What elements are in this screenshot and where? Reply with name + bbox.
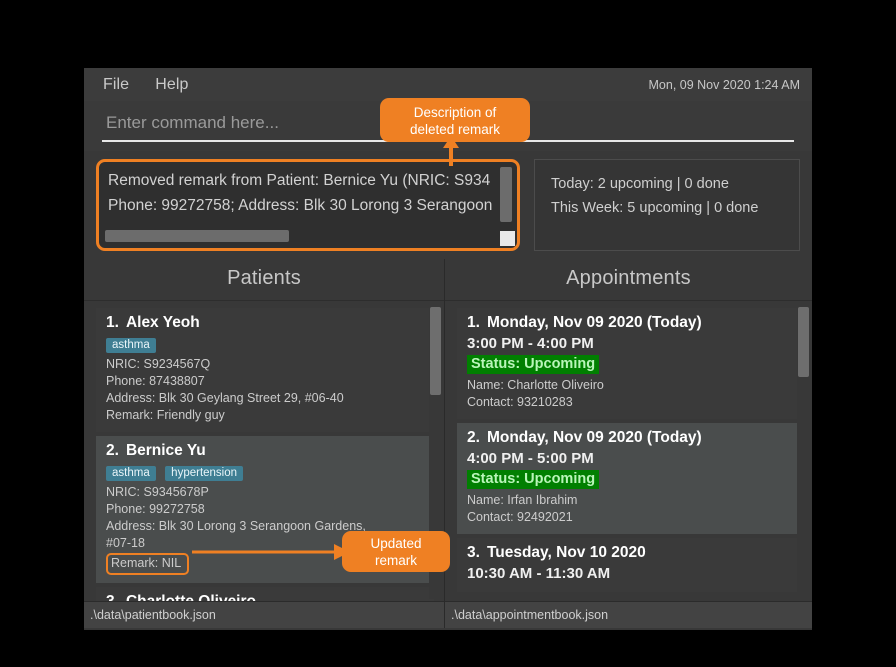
result-line-2: Phone: 99272758; Address: Blk 30 Lorong … (108, 197, 493, 214)
appointment-patient-name: Name: Charlotte Oliveiro (467, 378, 604, 392)
patient-address: Address: Blk 30 Geylang Street 29, #06-4… (106, 391, 344, 405)
patient-card-title: 2. Bernice Yu (106, 442, 424, 460)
result-line-1: Removed remark from Patient: Bernice Yu … (108, 172, 491, 189)
appointment-time: 3:00 PM - 4:00 PM (467, 335, 594, 352)
result-horizontal-scrollbar[interactable] (102, 230, 498, 245)
patient-index: 2. (106, 442, 119, 459)
appointments-panel: Appointments 1. Monday, Nov 09 2020 (Toda… (445, 259, 812, 601)
result-vertical-scrollbar[interactable] (500, 164, 515, 229)
patient-card[interactable]: 1. Alex Yeoh asthma NRIC: S9234567Q Phone… (96, 308, 434, 432)
appointment-date: Tuesday, Nov 10 2020 (486, 544, 646, 561)
result-vertical-scrollbar-thumb[interactable] (500, 167, 512, 222)
appointments-list[interactable]: 1. Monday, Nov 09 2020 (Today) 3:00 PM - … (445, 301, 812, 601)
appointment-card-title: 3. Tuesday, Nov 10 2020 (467, 544, 792, 562)
patient-phone: Phone: 87438807 (106, 374, 205, 388)
appointments-scrollbar-thumb[interactable] (798, 307, 809, 377)
menu-bar: File Help Mon, 09 Nov 2020 1:24 AM (84, 68, 812, 101)
appointment-index: 3. (467, 544, 480, 561)
patient-card-title: 1. Alex Yeoh (106, 314, 424, 332)
patient-tags: asthma (106, 335, 424, 353)
patient-tag: hypertension (165, 466, 244, 481)
appointments-file-path: .\data\appointmentbook.json (451, 608, 609, 622)
appointment-index: 2. (467, 429, 480, 446)
status-bars: .\data\patientbook.json .\data\appointme… (84, 601, 812, 628)
result-horizontal-scrollbar-thumb[interactable] (105, 230, 289, 242)
patient-index: 1. (106, 314, 119, 331)
appointment-status-badge: Status: Upcoming (467, 355, 600, 374)
appointments-status-bar: .\data\appointmentbook.json (445, 601, 812, 628)
summary-this-week: This Week: 5 upcoming | 0 done (551, 200, 759, 216)
result-and-status-row: Removed remark from Patient: Bernice Yu … (84, 151, 812, 259)
patient-tag: asthma (106, 338, 156, 353)
patient-nric: NRIC: S9234567Q (106, 357, 211, 371)
appointment-status-badge: Status: Upcoming (467, 470, 600, 489)
appointment-date: Monday, Nov 09 2020 (Today) (486, 429, 702, 446)
patient-tag: asthma (106, 466, 156, 481)
appointment-card[interactable]: 2. Monday, Nov 09 2020 (Today) 4:00 PM - … (457, 423, 802, 534)
appointments-scrollbar[interactable] (797, 305, 811, 599)
patients-status-bar: .\data\patientbook.json (84, 601, 445, 628)
appointment-summary-panel: Today: 2 upcoming | 0 done This Week: 5 … (534, 159, 800, 251)
patient-name: Alex Yeoh (125, 314, 200, 331)
patients-panel-title: Patients (84, 259, 444, 301)
summary-today: Today: 2 upcoming | 0 done (551, 176, 729, 192)
appointment-card-title: 2. Monday, Nov 09 2020 (Today) (467, 429, 792, 447)
updated-remark-arrow (192, 544, 350, 560)
callout-updated-remark: Updated remark (342, 531, 450, 572)
patient-tags: asthma hypertension (106, 463, 424, 481)
appointment-contact: Contact: 93210283 (467, 395, 573, 409)
patient-nric: NRIC: S9345678P (106, 485, 209, 499)
callout-updated-line-1: Updated (370, 535, 422, 551)
appointment-card[interactable]: 1. Monday, Nov 09 2020 (Today) 3:00 PM - … (457, 308, 802, 419)
appointment-patient-name: Name: Irfan Ibrahim (467, 493, 578, 507)
menu-item-help[interactable]: Help (155, 76, 188, 94)
appointments-panel-title: Appointments (445, 259, 812, 301)
menu-item-file[interactable]: File (103, 76, 129, 94)
appointment-card-title: 1. Monday, Nov 09 2020 (Today) (467, 314, 792, 332)
appointment-card[interactable]: 3. Tuesday, Nov 10 2020 10:30 AM - 11:30 … (457, 538, 802, 592)
patient-card-title: 3. Charlotte Oliveiro (106, 593, 424, 601)
patient-remark: Remark: NIL (106, 553, 190, 575)
patient-phone: Phone: 99272758 (106, 502, 205, 516)
callout-deleted-line-2: deleted remark (409, 122, 501, 137)
clock-label: Mon, 09 Nov 2020 1:24 AM (648, 77, 800, 92)
patient-name: Charlotte Oliveiro (126, 593, 256, 601)
appointment-contact: Contact: 92492021 (467, 510, 573, 524)
callout-deleted-remark: Description of deleted remark (380, 98, 530, 142)
appointment-time: 10:30 AM - 11:30 AM (467, 565, 611, 582)
scrollbar-corner (500, 231, 515, 246)
patient-remark: Remark: Friendly guy (106, 408, 225, 422)
patients-scrollbar-thumb[interactable] (430, 307, 441, 395)
appointment-index: 1. (467, 314, 480, 331)
callout-deleted-line-1: Description of (413, 105, 497, 120)
callout-updated-line-2: remark (374, 552, 417, 568)
appointment-time: 4:00 PM - 5:00 PM (467, 450, 594, 467)
patients-file-path: .\data\patientbook.json (90, 608, 216, 622)
appointment-date: Monday, Nov 09 2020 (Today) (486, 314, 702, 331)
patient-card[interactable]: 3. Charlotte Oliveiro (96, 587, 434, 601)
patient-name: Bernice Yu (125, 442, 206, 459)
patient-index: 3. (106, 593, 119, 601)
result-display-box: Removed remark from Patient: Bernice Yu … (96, 159, 520, 251)
